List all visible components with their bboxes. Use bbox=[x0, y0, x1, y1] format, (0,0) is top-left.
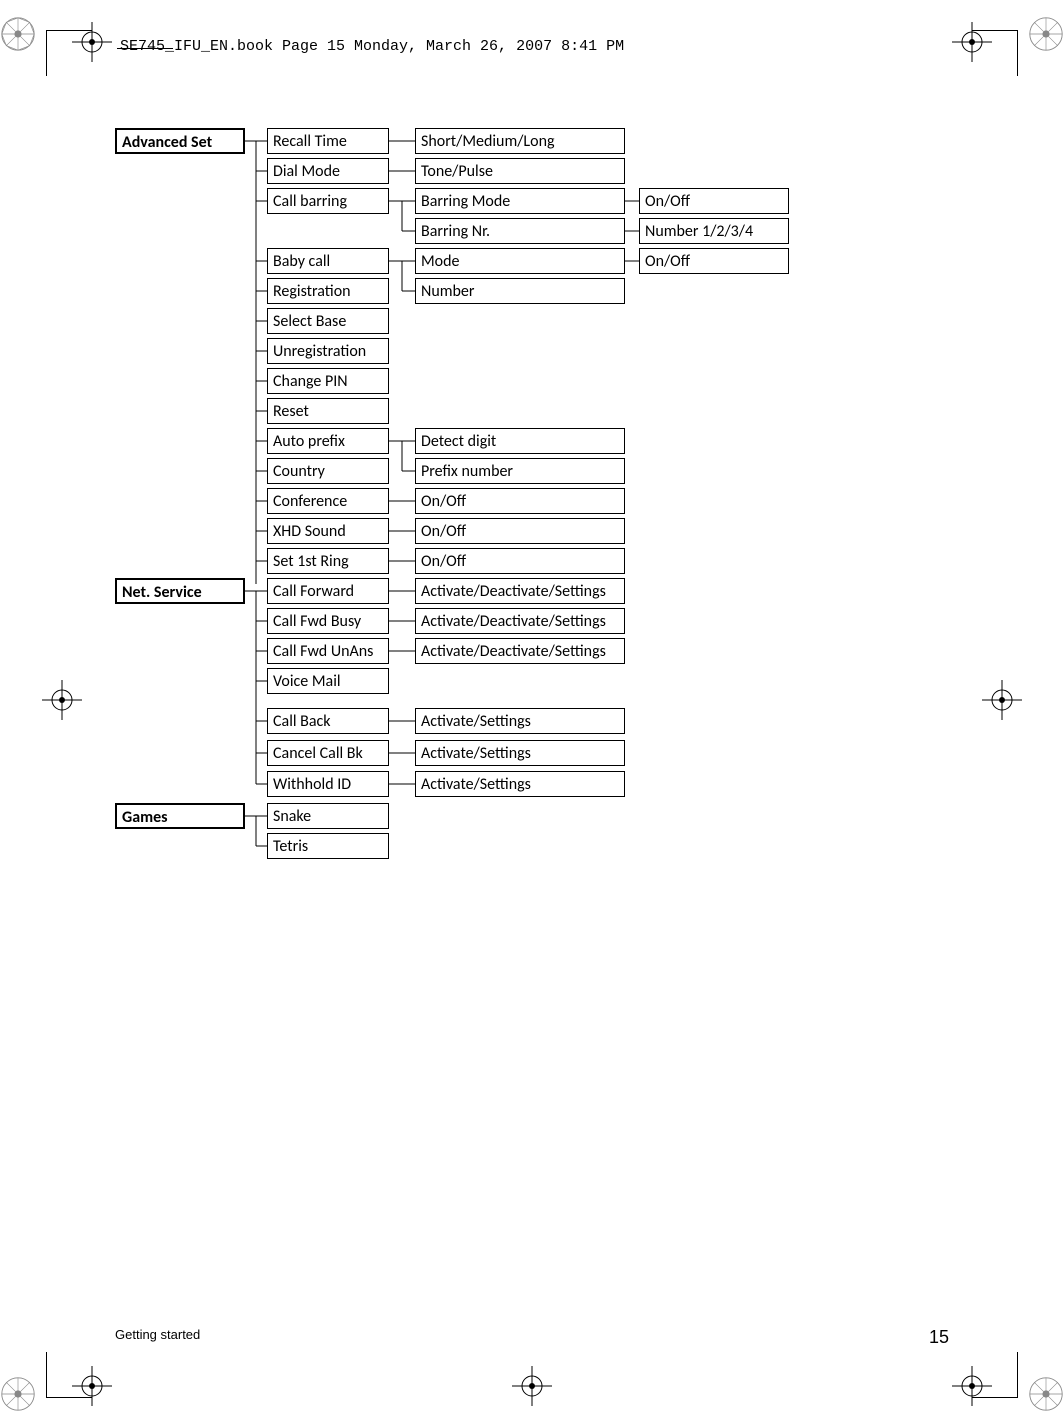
page-header: SE745_IFU_EN.book Page 15 Monday, March … bbox=[120, 38, 624, 55]
item-reset: Reset bbox=[267, 398, 389, 424]
opt-dial-mode: Tone/Pulse bbox=[415, 158, 625, 184]
item-country: Country bbox=[267, 458, 389, 484]
registration-mark-icon bbox=[952, 22, 992, 62]
footer-section: Getting started bbox=[115, 1327, 200, 1348]
val-barring-mode: On/Off bbox=[639, 188, 789, 214]
item-dial-mode: Dial Mode bbox=[267, 158, 389, 184]
val-baby-mode: On/Off bbox=[639, 248, 789, 274]
item-withhold-id: Withhold ID bbox=[267, 771, 389, 797]
item-baby-call: Baby call bbox=[267, 248, 389, 274]
item-snake: Snake bbox=[267, 803, 389, 829]
item-select-base: Select Base bbox=[267, 308, 389, 334]
menu-advanced-set: Advanced Set bbox=[115, 128, 245, 154]
registration-mark-icon bbox=[72, 22, 112, 62]
footer-page-number: 15 bbox=[929, 1327, 949, 1348]
header-text: SE745_IFU_EN.book Page 15 Monday, March … bbox=[120, 38, 624, 55]
menu-net-service: Net. Service bbox=[115, 578, 245, 604]
item-set-1st-ring: Set 1st Ring bbox=[267, 548, 389, 574]
registration-mark-icon bbox=[952, 1366, 992, 1406]
opt-barring-mode: Barring Mode bbox=[415, 188, 625, 214]
opt-prefix-number: Prefix number bbox=[415, 458, 625, 484]
item-tetris: Tetris bbox=[267, 833, 389, 859]
opt-call-fwd-busy: Activate/Deactivate/Settings bbox=[415, 608, 625, 634]
opt-set-1st-ring: On/Off bbox=[415, 548, 625, 574]
item-call-forward: Call Forward bbox=[267, 578, 389, 604]
item-voice-mail: Voice Mail bbox=[267, 668, 389, 694]
registration-mark-icon bbox=[72, 1366, 112, 1406]
item-call-fwd-unans: Call Fwd UnAns bbox=[267, 638, 389, 664]
printer-wheel-icon bbox=[1028, 16, 1064, 52]
opt-recall-time: Short/Medium/Long bbox=[415, 128, 625, 154]
opt-conference: On/Off bbox=[415, 488, 625, 514]
opt-detect-digit: Detect digit bbox=[415, 428, 625, 454]
opt-baby-mode: Mode bbox=[415, 248, 625, 274]
printer-wheel-icon bbox=[1028, 1376, 1064, 1412]
item-recall-time: Recall Time bbox=[267, 128, 389, 154]
opt-cancel-call-bk: Activate/Settings bbox=[415, 740, 625, 766]
item-conference: Conference bbox=[267, 488, 389, 514]
opt-call-forward: Activate/Deactivate/Settings bbox=[415, 578, 625, 604]
printer-wheel-icon bbox=[0, 16, 36, 52]
item-unregistration: Unregistration bbox=[267, 338, 389, 364]
val-barring-nr: Number 1/2/3/4 bbox=[639, 218, 789, 244]
item-call-barring: Call barring bbox=[267, 188, 389, 214]
menu-games: Games bbox=[115, 803, 245, 829]
registration-mark-icon bbox=[42, 680, 82, 720]
item-call-back: Call Back bbox=[267, 708, 389, 734]
registration-mark-icon bbox=[982, 680, 1022, 720]
opt-call-back: Activate/Settings bbox=[415, 708, 625, 734]
item-call-fwd-busy: Call Fwd Busy bbox=[267, 608, 389, 634]
page-footer: Getting started 15 bbox=[115, 1327, 949, 1348]
item-xhd-sound: XHD Sound bbox=[267, 518, 389, 544]
opt-call-fwd-unans: Activate/Deactivate/Settings bbox=[415, 638, 625, 664]
item-auto-prefix: Auto prefix bbox=[267, 428, 389, 454]
opt-barring-nr: Barring Nr. bbox=[415, 218, 625, 244]
opt-xhd-sound: On/Off bbox=[415, 518, 625, 544]
item-cancel-call-bk: Cancel Call Bk bbox=[267, 740, 389, 766]
printer-wheel-icon bbox=[0, 1376, 36, 1412]
item-change-pin: Change PIN bbox=[267, 368, 389, 394]
opt-baby-number: Number bbox=[415, 278, 625, 304]
opt-withhold-id: Activate/Settings bbox=[415, 771, 625, 797]
registration-mark-icon bbox=[512, 1366, 552, 1406]
item-registration: Registration bbox=[267, 278, 389, 304]
